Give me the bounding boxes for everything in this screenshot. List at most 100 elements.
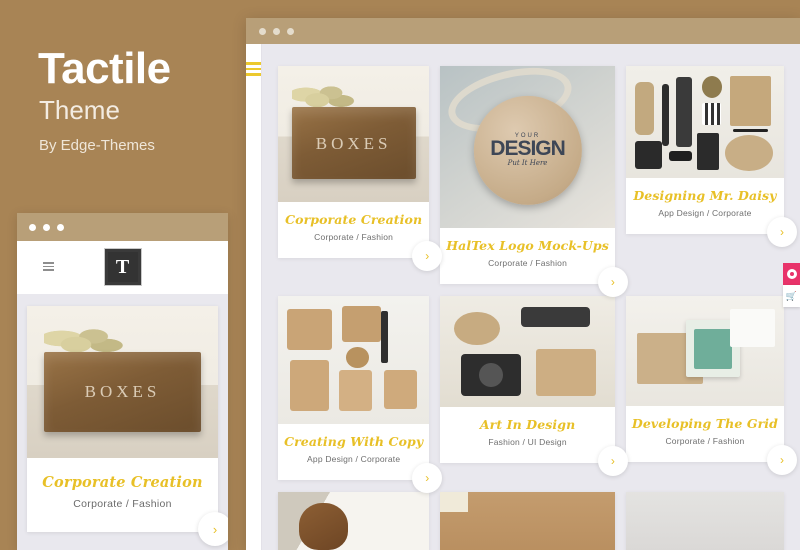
portfolio-card-title: Designing Mr. Daisy — [633, 188, 777, 203]
site-logo[interactable]: T — [103, 248, 142, 286]
portfolio-card-meta: Developing The Grid Corporate / Fashion — [626, 406, 784, 462]
portfolio-card-meta: Designing Mr. Daisy App Design / Corpora… — [626, 178, 784, 234]
mobile-site-header: T — [17, 241, 228, 294]
green-label-decor — [693, 329, 732, 369]
portfolio-card[interactable]: Corporate Creation Corporate / Fashion › — [278, 66, 443, 271]
desktop-window-titlebar — [246, 18, 800, 44]
boxes-crate-image — [27, 306, 218, 458]
chevron-right-icon[interactable]: › — [198, 512, 228, 546]
wooden-crate-decor — [291, 106, 416, 179]
portfolio-card-category: Corporate / Fashion — [488, 258, 568, 268]
desktop-window-body: Corporate Creation Corporate / Fashion ›… — [246, 44, 800, 550]
site-logo-letter: T — [115, 256, 130, 278]
chevron-right-icon[interactable]: › — [412, 241, 443, 271]
portfolio-card[interactable] — [278, 492, 430, 550]
wooden-knob-image — [278, 492, 430, 550]
knife-decor — [668, 151, 693, 162]
notebook-decor — [536, 349, 596, 396]
portfolio-card-meta: Corporate Creation Corporate / Fashion — [27, 458, 218, 532]
window-dot[interactable] — [29, 223, 36, 231]
camera-desk-image — [440, 296, 615, 407]
cart-button[interactable]: 🛒 — [783, 285, 800, 307]
glasses-decor — [520, 307, 591, 328]
portfolio-card[interactable]: Developing The Grid Corporate / Fashion … — [625, 296, 797, 475]
portfolio-card-category: App Design / Corporate — [307, 454, 401, 464]
shopping-cart-icon: 🛒 — [785, 290, 798, 301]
window-dot[interactable] — [259, 27, 266, 35]
portfolio-card[interactable]: Corporate Creation Corporate / Fashion › — [27, 306, 228, 546]
boxes-crate-image — [278, 66, 430, 202]
kraft-notepad-decor — [290, 360, 330, 412]
portfolio-thumbnail[interactable] — [625, 492, 784, 550]
window-dot[interactable] — [43, 223, 50, 231]
portfolio-thumbnail[interactable] — [625, 296, 784, 406]
portfolio-thumbnail[interactable] — [278, 492, 430, 550]
rope-coil-decor — [635, 81, 655, 136]
portfolio-thumbnail[interactable] — [27, 306, 218, 458]
portfolio-thumbnail[interactable] — [278, 66, 430, 202]
tag-line-3: Put It Here — [507, 159, 548, 168]
mug-decor — [701, 102, 721, 126]
wooden-crate-decor — [44, 351, 201, 433]
chevron-right-icon[interactable]: › — [767, 217, 797, 247]
mobile-preview-window: T Corporate Creation Corporate / Fashion… — [17, 213, 228, 550]
paper-boxes-image — [278, 296, 430, 424]
kraft-texture-image — [440, 492, 615, 550]
portfolio-card-title: Developing The Grid — [631, 416, 778, 431]
window-dot[interactable] — [57, 223, 64, 231]
portfolio-thumbnail[interactable] — [278, 296, 430, 424]
pen-decor — [733, 128, 769, 132]
envato-button[interactable] — [783, 263, 800, 285]
floating-side-buttons: 🛒 — [783, 263, 800, 307]
tag-line-2: DESIGN — [490, 137, 566, 161]
portfolio-card-category: Fashion / UI Design — [488, 437, 567, 447]
portfolio-card-meta: Creating With Copy App Design / Corporat… — [278, 424, 429, 480]
portfolio-card-category: Corporate / Fashion — [73, 498, 172, 510]
portfolio-card[interactable]: Creating With Copy App Design / Corporat… — [278, 296, 443, 493]
chevron-right-icon[interactable]: › — [412, 463, 443, 493]
portfolio-card-category: Corporate / Fashion — [314, 232, 394, 242]
case-decor — [697, 133, 720, 171]
chevron-right-icon[interactable]: › — [597, 267, 628, 297]
business-card-decor — [730, 309, 775, 347]
theme-author: By Edge-Themes — [39, 137, 155, 154]
rope-bundle-decor — [725, 135, 773, 172]
gray-product-image — [625, 492, 784, 550]
pen-decor — [380, 311, 389, 363]
hamburger-icon[interactable] — [43, 262, 54, 273]
portfolio-thumbnail[interactable] — [440, 296, 615, 407]
desktop-sidebar — [246, 44, 263, 550]
envato-circle-icon — [786, 269, 797, 279]
portfolio-card-meta: Corporate Creation Corporate / Fashion — [278, 202, 429, 258]
portfolio-card-title: Creating With Copy — [284, 434, 424, 449]
window-dot[interactable] — [273, 27, 280, 35]
chevron-right-icon[interactable]: › — [767, 445, 797, 475]
portfolio-thumbnail[interactable] — [625, 66, 784, 178]
portfolio-card-meta: HalTex Logo Mock-Ups Corporate / Fashion — [440, 228, 615, 284]
portfolio-card-category: Corporate / Fashion — [665, 436, 745, 446]
tools-flatlay-image — [625, 66, 784, 178]
portfolio-card[interactable] — [440, 492, 615, 550]
window-dot[interactable] — [287, 27, 294, 35]
kraft-notepad-decor — [338, 370, 372, 412]
portfolio-card-category: App Design / Corporate — [658, 208, 752, 218]
wooden-disc-decor: YOUR DESIGN Put It Here — [473, 96, 582, 205]
chevron-right-icon[interactable]: › — [597, 446, 628, 476]
kraft-box-decor — [287, 308, 333, 350]
green-package-image — [625, 296, 784, 406]
flashlight-decor — [662, 83, 669, 146]
portfolio-card[interactable]: Designing Mr. Daisy App Design / Corpora… — [625, 66, 797, 247]
portfolio-thumbnail[interactable]: YOUR DESIGN Put It Here — [440, 66, 615, 228]
portfolio-card[interactable] — [625, 492, 784, 550]
portfolio-card-meta: Art In Design Fashion / UI Design — [440, 407, 615, 463]
kraft-box-decor — [341, 306, 381, 343]
portfolio-card-title: Corporate Creation — [42, 474, 203, 491]
rope-decor — [454, 311, 500, 345]
kraft-card-decor — [383, 370, 418, 409]
portfolio-card[interactable]: Art In Design Fashion / UI Design › — [440, 296, 628, 476]
hamburger-icon[interactable] — [246, 62, 262, 79]
knob-decor — [299, 502, 348, 550]
notebook-decor — [730, 76, 772, 127]
portfolio-card[interactable]: YOUR DESIGN Put It Here HalTex Logo Mock… — [440, 66, 628, 297]
portfolio-thumbnail[interactable] — [440, 492, 615, 550]
